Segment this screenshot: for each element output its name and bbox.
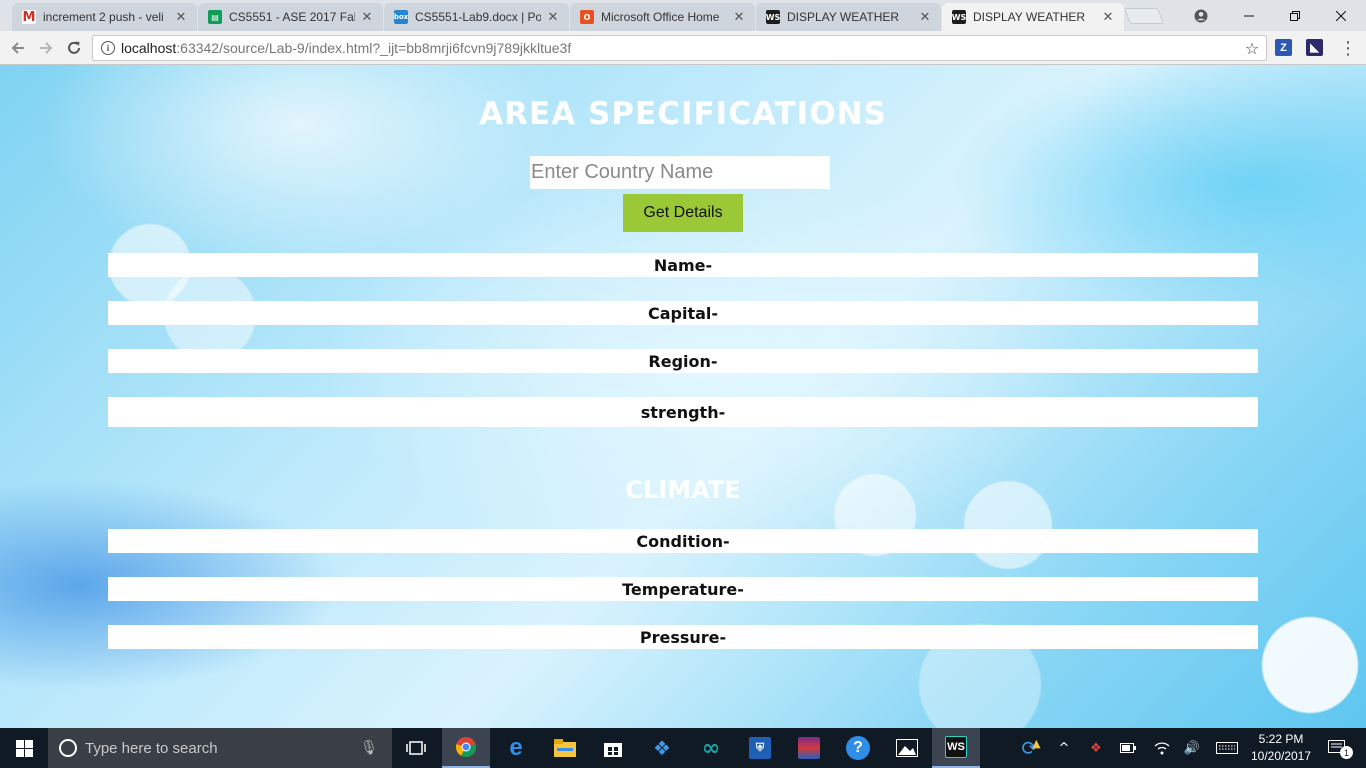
store-icon[interactable] (589, 728, 637, 768)
taskbar-search-box[interactable]: Type here to search 🎙 (48, 728, 392, 768)
browser-toolbar: i localhost:63342/source/Lab-9/index.htm… (0, 31, 1366, 65)
show-hidden-icons-chevron-up-icon[interactable]: ^ (1052, 728, 1076, 768)
tab-display-weather-1[interactable]: WS DISPLAY WEATHER ✕ (756, 3, 941, 31)
notification-count-badge: 1 (1340, 746, 1353, 759)
chrome-icon[interactable] (442, 728, 490, 768)
get-details-button[interactable]: Get Details (623, 194, 743, 232)
back-arrow-icon[interactable] (6, 36, 30, 60)
close-tab-icon[interactable]: ✕ (1100, 10, 1116, 25)
url-path: :63342/source/Lab-9/index.html?_ijt=bb8m… (176, 40, 572, 56)
menu-kebab-icon[interactable]: ⋮ (1336, 36, 1360, 60)
office-icon: O (580, 10, 594, 24)
arduino-icon[interactable]: ∞ (687, 728, 735, 768)
tab-display-weather-active[interactable]: WS DISPLAY WEATHER ✕ (942, 3, 1124, 31)
close-tab-icon[interactable]: ✕ (545, 10, 561, 25)
region-row: Region- (108, 349, 1258, 373)
tab-title: DISPLAY WEATHER (973, 10, 1086, 24)
tab-gmail[interactable]: M increment 2 push - veli ✕ (12, 3, 197, 31)
windows-start-button[interactable] (0, 728, 48, 768)
action-center-icon[interactable]: 1 (1320, 728, 1354, 768)
page-content: AREA SPECIFICATIONS Get Details Name- Ca… (0, 65, 1366, 728)
task-view-icon[interactable] (392, 728, 440, 768)
climate-heading: CLIMATE (625, 476, 741, 504)
clock-time: 5:22 PM (1258, 732, 1304, 746)
search-placeholder: Type here to search (85, 739, 218, 757)
restore-icon[interactable] (1272, 0, 1318, 31)
address-bar[interactable]: i localhost:63342/source/Lab-9/index.htm… (92, 35, 1267, 61)
microphone-icon[interactable]: 🎙 (360, 740, 378, 756)
new-tab-button[interactable] (1124, 8, 1164, 24)
windows-taskbar: Type here to search 🎙 e ❖ ∞ ⛨ ? WS ⟳ ▲ ^ … (0, 728, 1366, 768)
tab-sheets[interactable]: ▤ CS5551 - ASE 2017 Fall ✕ (198, 3, 383, 31)
strength-row: strength- (108, 397, 1258, 427)
condition-row: Condition- (108, 529, 1258, 553)
battery-icon[interactable] (1116, 728, 1140, 768)
winrar-icon[interactable] (785, 728, 833, 768)
extension-icon[interactable]: ◣ (1306, 39, 1323, 56)
file-explorer-icon[interactable] (541, 728, 589, 768)
keyboard-icon[interactable] (1212, 728, 1242, 768)
tab-title: DISPLAY WEATHER (787, 10, 900, 24)
forward-arrow-icon[interactable] (34, 36, 58, 60)
area-specifications-heading: AREA SPECIFICATIONS (479, 96, 887, 132)
update-warning-icon[interactable]: ⟳ ▲ (1012, 728, 1050, 768)
box-icon: box (394, 10, 408, 24)
tab-box-doc[interactable]: box CS5551-Lab9.docx | Po ✕ (384, 3, 569, 31)
edge-icon[interactable]: e (492, 728, 540, 768)
sheets-icon: ▤ (208, 10, 222, 24)
tab-strip: M increment 2 push - veli ✕ ▤ CS5551 - A… (0, 0, 1366, 31)
close-tab-icon[interactable]: ✕ (731, 10, 747, 25)
photos-icon[interactable] (883, 728, 931, 768)
temperature-row: Temperature- (108, 577, 1258, 601)
tab-title: CS5551 - ASE 2017 Fall (229, 10, 355, 24)
tab-title: increment 2 push - veli (43, 10, 164, 24)
close-tab-icon[interactable]: ✕ (359, 10, 375, 25)
webstorm-icon: WS (952, 10, 966, 24)
wifi-icon[interactable] (1150, 728, 1174, 768)
close-window-icon[interactable] (1318, 0, 1364, 31)
profile-icon[interactable] (1178, 0, 1224, 31)
zotero-extension-icon[interactable]: Z (1275, 39, 1292, 56)
tab-title: Microsoft Office Home (601, 10, 720, 24)
webstorm-icon: WS (766, 10, 780, 24)
dropbox-icon[interactable]: ❖ (638, 728, 686, 768)
name-row: Name- (108, 253, 1258, 277)
gmail-icon: M (22, 9, 36, 25)
volume-icon[interactable]: 🔊 (1180, 728, 1204, 768)
site-info-icon[interactable]: i (101, 41, 115, 55)
tab-office[interactable]: O Microsoft Office Home ✕ (570, 3, 755, 31)
minimize-icon[interactable] (1226, 0, 1272, 31)
webstorm-taskbar-icon[interactable]: WS (932, 728, 980, 768)
clock-date: 10/20/2017 (1250, 749, 1312, 763)
url-host: localhost (121, 40, 177, 56)
country-name-input[interactable] (530, 156, 830, 189)
taskbar-clock[interactable]: 5:22 PM 10/20/2017 (1246, 731, 1316, 765)
close-tab-icon[interactable]: ✕ (173, 10, 189, 25)
close-tab-icon[interactable]: ✕ (917, 10, 933, 25)
security-shield-icon[interactable]: ⛨ (736, 728, 784, 768)
dropbox-tray-icon[interactable]: ❖ (1084, 728, 1108, 768)
tab-title: CS5551-Lab9.docx | Po (415, 10, 541, 24)
reload-icon[interactable] (62, 36, 86, 60)
pressure-row: Pressure- (108, 625, 1258, 649)
bookmark-star-icon[interactable]: ☆ (1242, 39, 1262, 58)
url-text[interactable]: localhost:63342/source/Lab-9/index.html?… (121, 40, 1242, 56)
cortana-icon (59, 739, 77, 757)
help-icon[interactable]: ? (834, 728, 882, 768)
capital-row: Capital- (108, 301, 1258, 325)
